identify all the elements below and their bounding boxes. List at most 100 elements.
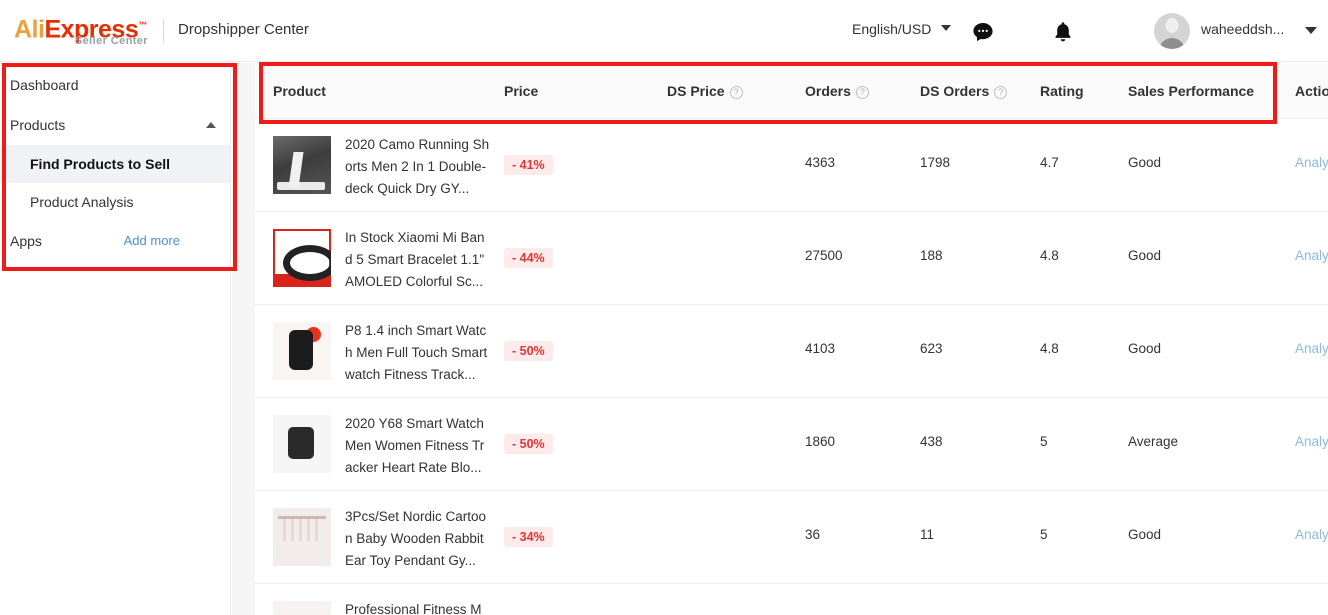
sidebar-item-dashboard[interactable]: Dashboard: [0, 65, 230, 105]
product-title[interactable]: In Stock Xiaomi Mi Band 5 Smart Bracelet…: [345, 227, 490, 293]
username-label[interactable]: waheeddsh...: [1201, 21, 1284, 37]
column-header-price[interactable]: Price: [504, 63, 538, 119]
y68-smartwatch-image: [273, 415, 331, 473]
column-header-ds-orders-label: DS Orders: [920, 83, 989, 99]
chevron-up-icon: [206, 122, 216, 128]
user-menu-chevron-down-icon[interactable]: [1305, 27, 1317, 34]
ds-orders-value: 11: [920, 527, 934, 542]
table-row[interactable]: 2020 Camo Running Shorts Men 2 In 1 Doub…: [255, 119, 1328, 212]
table-row[interactable]: 2020 Y68 Smart Watch Men Women Fitness T…: [255, 398, 1328, 491]
sales-performance-value: Average: [1128, 434, 1178, 449]
table-row[interactable]: 3Pcs/Set Nordic Cartoon Baby Wooden Rabb…: [255, 491, 1328, 584]
discount-badge: - 50%: [504, 341, 553, 361]
column-header-sales-performance[interactable]: Sales Performance: [1128, 63, 1254, 119]
chat-bubble-icon[interactable]: [969, 18, 997, 46]
product-thumbnail[interactable]: [273, 136, 331, 194]
product-title[interactable]: Professional Fitness M: [345, 599, 490, 615]
logo-ali-text: Ali: [14, 15, 44, 43]
sidebar-item-label-products: Products: [10, 117, 65, 133]
analyze-link[interactable]: Analy:: [1295, 434, 1328, 449]
orders-value: 36: [805, 527, 820, 542]
product-title[interactable]: 2020 Camo Running Shorts Men 2 In 1 Doub…: [345, 134, 490, 200]
orders-value: 27500: [805, 248, 843, 263]
sales-performance-value: Good: [1128, 248, 1161, 263]
analyze-link[interactable]: Analy:: [1295, 341, 1328, 356]
left-sidebar: Dashboard Products Find Products to Sell…: [0, 63, 231, 615]
sales-performance-value: Good: [1128, 341, 1161, 356]
rating-value: 4.7: [1040, 155, 1059, 170]
orders-value: 1860: [805, 434, 835, 449]
sales-performance-value: Good: [1128, 527, 1161, 542]
user-avatar[interactable]: [1154, 13, 1190, 49]
column-header-product[interactable]: Product: [273, 63, 326, 119]
language-currency-selector[interactable]: English/USD: [852, 21, 951, 37]
logo-subtitle: Seller Center: [75, 35, 148, 47]
sidebar-item-apps[interactable]: Apps Add more: [0, 221, 230, 261]
table-row[interactable]: P8 1.4 inch Smart Watch Men Full Touch S…: [255, 305, 1328, 398]
mi-band-image: [273, 229, 331, 287]
column-header-rating[interactable]: Rating: [1040, 63, 1084, 119]
analyze-link[interactable]: Analy:: [1295, 248, 1328, 263]
product-thumbnail[interactable]: [273, 229, 331, 287]
running-shorts-image: [273, 136, 331, 194]
discount-badge: - 44%: [504, 248, 553, 268]
product-thumbnail[interactable]: [273, 322, 331, 380]
aliexpress-logo[interactable]: AliExpress™ Seller Center: [14, 12, 150, 52]
rating-value: 5: [1040, 527, 1048, 542]
top-header: AliExpress™ Seller Center Dropshipper Ce…: [0, 0, 1328, 62]
ds-orders-value: 188: [920, 248, 943, 263]
ds-orders-value: 623: [920, 341, 943, 356]
add-more-apps-link[interactable]: Add more: [124, 221, 180, 261]
notification-bell-icon[interactable]: [1049, 18, 1077, 46]
product-thumbnail[interactable]: [273, 415, 331, 473]
table-header-row: Product Price DS Price? Orders? DS Order…: [255, 63, 1328, 119]
p8-smartwatch-image: [273, 322, 331, 380]
sidebar-item-label-dashboard: Dashboard: [10, 77, 79, 93]
analyze-link[interactable]: Analy:: [1295, 527, 1328, 542]
header-divider: [163, 19, 164, 43]
help-icon-ds-price[interactable]: ?: [730, 86, 743, 99]
analyze-link[interactable]: Analy:: [1295, 155, 1328, 170]
fitness-product-image: [273, 601, 331, 615]
column-header-ds-price[interactable]: DS Price?: [667, 63, 743, 119]
column-header-ds-price-label: DS Price: [667, 83, 725, 99]
sales-performance-value: Good: [1128, 155, 1161, 170]
product-title[interactable]: P8 1.4 inch Smart Watch Men Full Touch S…: [345, 320, 490, 386]
ds-orders-value: 438: [920, 434, 943, 449]
sidebar-item-product-analysis[interactable]: Product Analysis: [0, 183, 230, 221]
logo-trademark: ™: [138, 20, 147, 30]
rating-value: 4.8: [1040, 248, 1059, 263]
sidebar-subitem-label-product-analysis: Product Analysis: [30, 194, 134, 210]
rating-value: 5: [1040, 434, 1048, 449]
discount-badge: - 41%: [504, 155, 553, 175]
page-title: Dropshipper Center: [178, 21, 309, 38]
rabbit-ear-toy-image: [273, 508, 331, 566]
avatar-body-shape: [1159, 38, 1185, 49]
product-title[interactable]: 3Pcs/Set Nordic Cartoon Baby Wooden Rabb…: [345, 506, 490, 572]
layout-gutter: [232, 63, 255, 615]
discount-badge: - 50%: [504, 434, 553, 454]
rating-value: 4.8: [1040, 341, 1059, 356]
table-row[interactable]: Professional Fitness M: [255, 584, 1328, 615]
chevron-down-icon: [941, 25, 951, 31]
sidebar-subitem-label-find-products: Find Products to Sell: [30, 156, 170, 172]
avatar-head-shape: [1166, 18, 1179, 33]
products-table-container: Product Price DS Price? Orders? DS Order…: [255, 63, 1328, 615]
column-header-ds-orders[interactable]: DS Orders?: [920, 63, 1007, 119]
product-title[interactable]: 2020 Y68 Smart Watch Men Women Fitness T…: [345, 413, 490, 479]
sidebar-item-label-apps: Apps: [10, 233, 42, 249]
table-row[interactable]: In Stock Xiaomi Mi Band 5 Smart Bracelet…: [255, 212, 1328, 305]
sidebar-item-find-products-to-sell[interactable]: Find Products to Sell: [0, 145, 230, 183]
language-currency-label: English/USD: [852, 21, 931, 37]
ds-orders-value: 1798: [920, 155, 950, 170]
sidebar-item-products[interactable]: Products: [0, 105, 230, 145]
help-icon-ds-orders[interactable]: ?: [994, 86, 1007, 99]
orders-value: 4363: [805, 155, 835, 170]
product-thumbnail[interactable]: [273, 601, 331, 615]
product-thumbnail[interactable]: [273, 508, 331, 566]
column-header-orders[interactable]: Orders?: [805, 63, 869, 119]
help-icon-orders[interactable]: ?: [856, 86, 869, 99]
discount-badge: - 34%: [504, 527, 553, 547]
column-header-orders-label: Orders: [805, 83, 851, 99]
column-header-actions[interactable]: Actio: [1295, 63, 1328, 119]
